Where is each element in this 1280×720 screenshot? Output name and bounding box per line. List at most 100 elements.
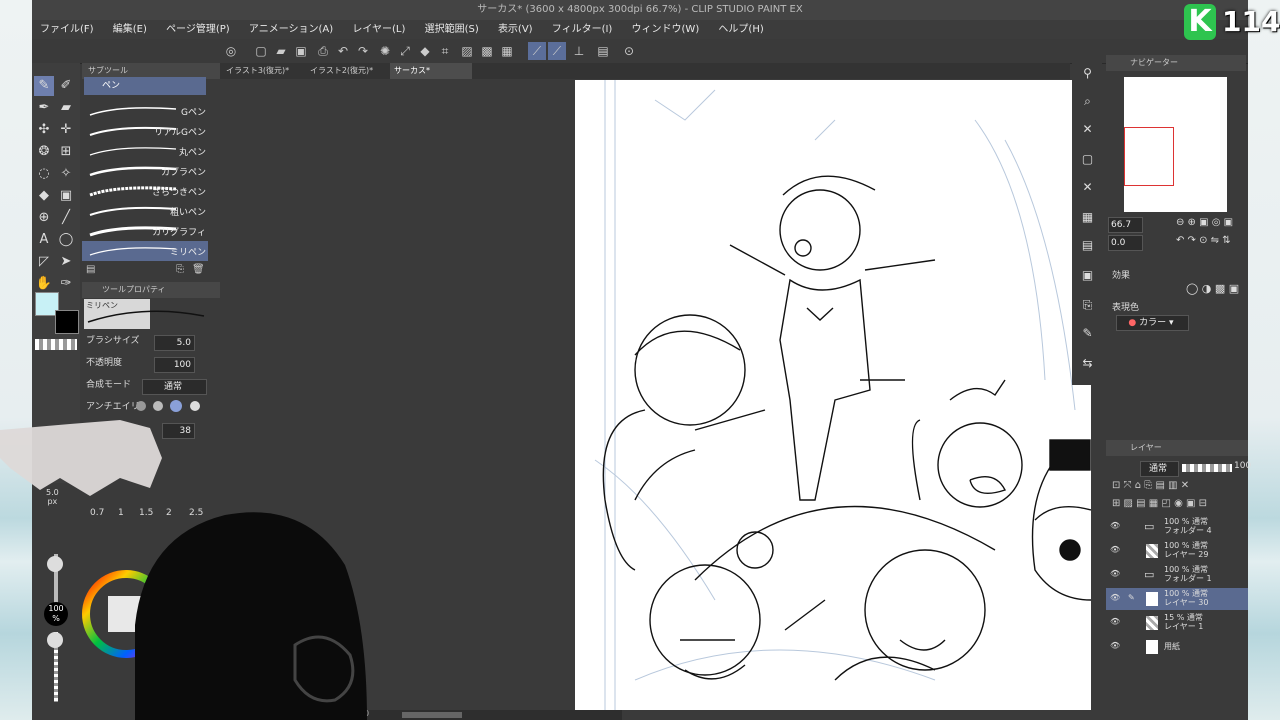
- layer-row-layer-29[interactable]: 👁 100 % 通常 レイヤー 29: [1106, 540, 1248, 562]
- transform-icon[interactable]: ⤢: [396, 42, 414, 60]
- layer-property-icon[interactable]: ⚲: [1079, 65, 1096, 82]
- balloon-tool-icon[interactable]: ◯: [56, 230, 76, 250]
- size-slider-knob[interactable]: [47, 556, 63, 572]
- layer-row-layer-30[interactable]: 👁 ✎ 100 % 通常 レイヤー 30: [1106, 588, 1248, 610]
- transfer-icon[interactable]: ⇆: [1079, 355, 1096, 372]
- horizontal-scrollbar[interactable]: 0: [362, 709, 622, 720]
- brush-tool-icon[interactable]: ✒: [34, 98, 54, 118]
- layer-tool-icons[interactable]: ⊡ ⤧ ⌂ ⎘ ▤ ▥ ✕: [1112, 480, 1189, 491]
- rotate-controls[interactable]: ↶ ↷ ⊙ ⇋ ⇅: [1176, 235, 1231, 246]
- brush-round-pen[interactable]: 丸ペン: [82, 141, 208, 161]
- undo-icon[interactable]: ↶: [334, 42, 352, 60]
- layer-opacity-value[interactable]: 100: [1234, 461, 1251, 471]
- subtool-group-tab[interactable]: ペン: [84, 77, 206, 95]
- navigator-thumbnail[interactable]: [1124, 77, 1227, 212]
- decoration-tool-icon[interactable]: ✣: [34, 120, 54, 140]
- move-tool-icon[interactable]: ✛: [56, 120, 76, 140]
- fill-tool-icon[interactable]: ◆: [34, 186, 54, 206]
- help-icon[interactable]: ⊙: [620, 42, 638, 60]
- effect-buttons[interactable]: ◯ ◑ ▩ ▣: [1186, 282, 1239, 295]
- drawing-paper[interactable]: [575, 80, 1091, 710]
- copy-icon[interactable]: ⎘: [1079, 297, 1096, 314]
- blend-tool-icon[interactable]: ❂: [34, 142, 54, 162]
- zoom-controls[interactable]: ⊖ ⊕ ▣ ◎ ▣: [1176, 217, 1233, 228]
- text-tool-icon[interactable]: A: [34, 230, 54, 250]
- menu-view[interactable]: 表示(V): [490, 20, 541, 39]
- redo-icon[interactable]: ↷: [354, 42, 372, 60]
- settings-icon[interactable]: ▤: [594, 42, 612, 60]
- lasso-tool-icon[interactable]: ◌: [34, 164, 54, 184]
- snap-special-ruler-icon[interactable]: ⟋: [548, 42, 566, 60]
- material-icon[interactable]: ▢: [1079, 151, 1096, 168]
- layer-opacity-slider[interactable]: [1182, 464, 1232, 472]
- layer-row-folder-4[interactable]: 👁 ▭ 100 % 通常 フォルダー 4: [1106, 516, 1248, 538]
- scrollbar-thumb[interactable]: [402, 712, 462, 718]
- new-file-icon[interactable]: ▢: [252, 42, 270, 60]
- open-folder-icon[interactable]: ▰: [272, 42, 290, 60]
- hand-tool-icon[interactable]: ✋: [34, 274, 54, 294]
- opacity-value[interactable]: 100: [154, 357, 195, 373]
- history-icon[interactable]: ▤: [1079, 237, 1096, 254]
- tab-illust3[interactable]: イラスト3(復元)*: [222, 63, 304, 79]
- deselect-icon[interactable]: ▦: [498, 42, 516, 60]
- snap-ruler-icon[interactable]: ⟋: [528, 42, 546, 60]
- pencil-tool-icon[interactable]: ✐: [56, 76, 76, 96]
- brush-rough-pen[interactable]: ざらつきペン: [82, 181, 208, 201]
- fill-icon[interactable]: ◆: [416, 42, 434, 60]
- clear-icon[interactable]: ▨: [458, 42, 476, 60]
- zoom-value[interactable]: 66.7: [1108, 217, 1143, 233]
- crop-icon[interactable]: ⌗: [436, 42, 454, 60]
- brush-calligraphy[interactable]: カリグラフィ: [82, 221, 208, 241]
- opacity-slider-knob[interactable]: [47, 632, 63, 648]
- menu-window[interactable]: ウィンドウ(W): [624, 20, 708, 39]
- layer-blend-select[interactable]: 通常: [1140, 461, 1179, 477]
- edit-icon[interactable]: ✎: [1079, 325, 1096, 342]
- brush-size-value[interactable]: 5.0: [154, 335, 195, 351]
- menu-animation[interactable]: アニメーション(A): [241, 20, 341, 39]
- visibility-eye-icon[interactable]: 👁: [1110, 617, 1120, 626]
- preset-1[interactable]: 1: [118, 508, 124, 518]
- visibility-eye-icon[interactable]: 👁: [1110, 569, 1120, 578]
- app-icon[interactable]: ◎: [222, 42, 240, 60]
- brush-kabura-pen[interactable]: カブラペン: [82, 161, 208, 181]
- print-icon[interactable]: ⎙: [314, 42, 332, 60]
- eyedropper-tool-icon[interactable]: ✑: [56, 274, 76, 294]
- layer-action-icons[interactable]: ⊞ ▨ ▤ ▦ ◰ ◉ ▣ ⊟: [1112, 498, 1207, 509]
- brush-real-g-pen[interactable]: リアルGペン: [82, 121, 208, 141]
- object-tool-icon[interactable]: ➤: [56, 252, 76, 272]
- menu-file[interactable]: ファイル(F): [32, 20, 102, 39]
- visibility-eye-icon[interactable]: 👁: [1110, 545, 1120, 554]
- tab-circus[interactable]: サーカス*: [390, 63, 472, 79]
- visibility-eye-icon[interactable]: 👁: [1110, 593, 1120, 602]
- zoom-tool-icon[interactable]: ⊕: [34, 208, 54, 228]
- layer-row-folder-1[interactable]: 👁 ▭ 100 % 通常 フォルダー 1: [1106, 564, 1248, 586]
- line-tool-icon[interactable]: ╱: [56, 208, 76, 228]
- image-icon[interactable]: ▣: [1079, 267, 1096, 284]
- visibility-eye-icon[interactable]: 👁: [1110, 521, 1120, 530]
- subtool-delete-icon[interactable]: 🗑: [192, 264, 205, 275]
- menu-selection[interactable]: 選択範囲(S): [417, 20, 487, 39]
- menu-help[interactable]: ヘルプ(H): [710, 20, 771, 39]
- pen-tool-icon[interactable]: ✎: [34, 76, 54, 96]
- ruler-tool-icon[interactable]: ◸: [34, 252, 54, 272]
- x-panel-icon[interactable]: ✕: [1079, 179, 1096, 196]
- eraser-tool-icon[interactable]: ▰: [56, 98, 76, 118]
- close-panel-icon[interactable]: ✕: [1079, 121, 1096, 138]
- magic-wand-icon[interactable]: ✧: [56, 164, 76, 184]
- fill-selection-icon[interactable]: ▩: [478, 42, 496, 60]
- transparent-color-swatch[interactable]: [35, 339, 77, 350]
- sub-color-swatch[interactable]: [55, 310, 79, 334]
- brush-milli-pen[interactable]: ミリペン: [82, 241, 208, 261]
- layer-row-layer-1[interactable]: 👁 15 % 通常 レイヤー 1: [1106, 612, 1248, 634]
- search-icon[interactable]: ⌕: [1079, 93, 1096, 110]
- layer-row-paper[interactable]: 👁 用紙: [1106, 636, 1248, 658]
- visibility-eye-icon[interactable]: 👁: [1110, 641, 1120, 650]
- grid-icon[interactable]: ▦: [1079, 209, 1096, 226]
- expression-color-select[interactable]: ● カラー ▾: [1116, 315, 1189, 331]
- antialias-options[interactable]: [134, 400, 204, 414]
- tab-illust2[interactable]: イラスト2(復元)*: [306, 63, 388, 79]
- rotate-value[interactable]: 0.0: [1108, 235, 1143, 251]
- subtool-copy-icon[interactable]: ⎘: [176, 264, 184, 275]
- extra-value[interactable]: 38: [162, 423, 195, 439]
- blend-mode-select[interactable]: 通常: [142, 379, 207, 395]
